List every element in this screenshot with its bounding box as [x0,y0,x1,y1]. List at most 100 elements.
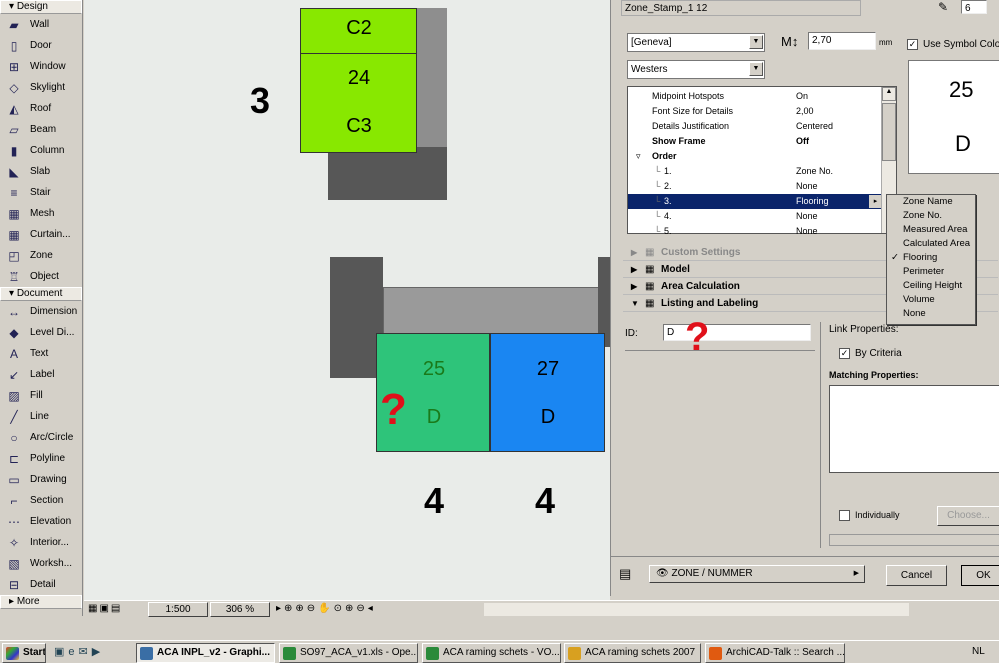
tool-stair[interactable]: ≡ Stair [0,182,82,203]
menu-item[interactable]: Measured Area [887,223,975,237]
scale-field[interactable]: 1:500 [148,602,208,617]
parameter-row[interactable]: ▿ Order [628,149,882,164]
menu-item[interactable]: Ceiling Height [887,279,975,293]
skylight-icon: ◇ [9,80,19,95]
curtain-wall-icon: ▦ [8,227,20,242]
parameter-row[interactable]: └ 3. Flooring ▸ [628,194,882,209]
zoom-tools[interactable]: ▸⊕⊕⊖✋⊙⊕⊖◂ [276,603,376,614]
script-select[interactable]: Westers ▼ [627,60,765,79]
tool-arc-circle[interactable]: ○ Arc/Circle [0,427,82,448]
tool-mesh[interactable]: ▦ Mesh [0,203,82,224]
tool-level-dimension[interactable]: ◆ Level Di... [0,322,82,343]
taskbar-button[interactable]: ArchiCAD-Talk :: Search ... [705,643,845,663]
tool-drawing[interactable]: ▭ Drawing [0,469,82,490]
by-criteria-checkbox[interactable]: ✓ By Criteria [839,348,902,359]
parameter-row[interactable]: └ 4. None [628,209,882,224]
parameter-row[interactable]: └ 2. None [628,179,882,194]
tool-polyline[interactable]: ⊏ Polyline [0,448,82,469]
tool-fill[interactable]: ▨ Fill [0,385,82,406]
tool-line[interactable]: ╱ Line [0,406,82,427]
zoom-field[interactable]: 306 % [210,602,270,617]
matching-properties-list[interactable] [829,385,999,473]
listing-labeling-icon: ▦ [645,298,655,309]
tool-curtain-wall[interactable]: ▦ Curtain... [0,224,82,245]
floor-plan-canvas[interactable]: C2 24 C3 3 25 D 27 D ? 4 4 [84,0,610,600]
language-indicator[interactable]: NL [972,646,985,657]
tool-detail[interactable]: ⊟ Detail [0,574,82,595]
layer-select[interactable]: 👁 ZONE / NUMMER ▶ [649,565,865,583]
choose-button[interactable]: Choose... [937,506,999,526]
tool-label[interactable]: ↙ Label [0,364,82,385]
tool-section[interactable]: ⌐ Section [0,490,82,511]
zone-c2[interactable]: C2 24 C3 [300,8,417,153]
zone-icon: ◰ [8,248,20,263]
document-group-header[interactable]: ▾ Document [0,287,82,301]
parameter-row[interactable]: └ 1. Zone No. [628,164,882,179]
parameter-row[interactable]: Details Justification Centered [628,119,882,134]
menu-item[interactable]: ✓ Flooring [887,251,975,265]
tool-slab[interactable]: ◣ Slab [0,161,82,182]
taskbar-button[interactable]: ACA INPL_v2 - Graphi... [136,643,275,663]
tool-window[interactable]: ⊞ Window [0,56,82,77]
menu-item[interactable]: Volume [887,293,975,307]
taskbar-button[interactable]: SO97_ACA_v1.xls - Ope... [279,643,418,663]
arc-circle-icon: ○ [10,430,18,445]
pen-icon: ✎ [938,0,949,14]
text-size-field[interactable]: 2,70 [808,32,876,50]
tool-column[interactable]: ▮ Column [0,140,82,161]
menu-item[interactable]: Perimeter [887,265,975,279]
tool-zone[interactable]: ◰ Zone [0,245,82,266]
font-select[interactable]: [Geneva] ▼ [627,33,765,52]
order-dropdown-menu[interactable]: Zone Name Zone No. Measured Area Calculated… [886,194,976,325]
dimension-icon: ↔ [8,304,20,319]
parameter-row[interactable]: Midpoint Hotspots On [628,89,882,104]
menu-item[interactable]: Calculated Area [887,237,975,251]
horizontal-scrollbar[interactable] [484,603,909,616]
tool-skylight[interactable]: ◇ Skylight [0,77,82,98]
use-symbol-colors-checkbox[interactable]: ✓Use Symbol Colors [907,39,999,50]
ok-button[interactable]: OK [961,565,999,586]
model-icon: ▦ [645,264,655,275]
line-icon: ╱ [10,409,18,424]
menu-item[interactable]: Zone No. [887,209,975,223]
tool-object[interactable]: ♖ Object [0,266,82,287]
object-icon: ♖ [8,269,20,284]
tool-text[interactable]: A Text [0,343,82,364]
tool-wall[interactable]: ▰ Wall [0,14,82,35]
app-icon [283,647,296,660]
taskbar-button[interactable]: ACA raming schets - VO.... [422,643,561,663]
tool-elevation[interactable]: ⋯ Elevation [0,511,82,532]
toolbox: ▾ Design ▰ Wall ▯ Door ⊞ Window ◇ Skylight ◭ Roof… [0,0,83,616]
quick-launch-icons[interactable]: ▣e✉▶ [54,645,104,658]
parameter-row[interactable]: └ 5. None [628,224,882,239]
expand-triangle-icon[interactable]: ▿ [636,149,641,164]
zone-27[interactable]: 27 D [490,333,605,452]
tool-roof[interactable]: ◭ Roof [0,98,82,119]
story-label: 4 [424,480,445,521]
menu-item[interactable]: Zone Name [887,195,975,209]
more-button[interactable]: ▸ More [0,595,82,609]
pen-field[interactable]: 6 [961,0,987,14]
parameter-row[interactable]: Font Size for Details 2,00 [628,104,882,119]
tool-dimension[interactable]: ↔ Dimension [0,301,82,322]
tool-worksheet[interactable]: ▧ Worksh... [0,553,82,574]
text-size-icon: M↕ [781,34,799,49]
status-bar: ▦▣▤ 1:500 306 % ▸⊕⊕⊖✋⊙⊕⊖◂ [84,600,999,618]
parameter-list[interactable]: Midpoint Hotspots On Font Size for Details… [627,86,897,236]
menu-item[interactable]: None [887,307,975,321]
label-icon: ↙ [8,367,20,382]
cancel-button[interactable]: Cancel [886,565,947,586]
individually-checkbox[interactable]: Individually [839,510,900,521]
start-button[interactable]: Start [2,643,46,663]
design-group-header[interactable]: ▾ Design [0,0,82,14]
taskbar-button[interactable]: ACA raming schets 2007 [564,643,701,663]
tool-door[interactable]: ▯ Door [0,35,82,56]
tool-interior[interactable]: ✧ Interior... [0,532,82,553]
stamp-name: Zone_Stamp_1 12 [621,0,861,16]
tool-beam[interactable]: ▱ Beam [0,119,82,140]
drawing-icon: ▭ [8,472,20,487]
worksheet-icon: ▧ [8,556,20,571]
elevation-icon: ⋯ [8,514,20,529]
view-icons[interactable]: ▦▣▤ [88,603,122,614]
parameter-row[interactable]: Show Frame Off [628,134,882,149]
